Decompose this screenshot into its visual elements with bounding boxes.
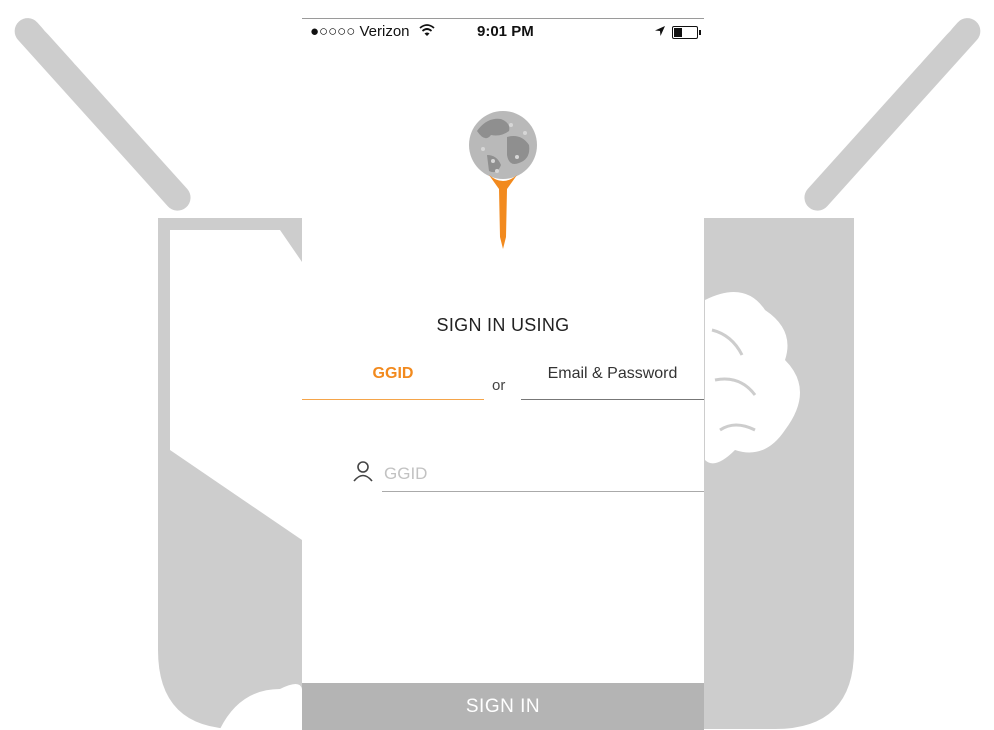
- ggid-input[interactable]: [382, 457, 704, 492]
- location-arrow-icon: [654, 24, 666, 41]
- sign-in-heading: SIGN IN USING: [436, 315, 570, 335]
- user-icon: [353, 461, 373, 482]
- clock-label: 9:01 PM: [477, 23, 534, 40]
- golf-globe-tee-logo: [469, 111, 537, 249]
- status-bar: ●○○○○ Verizon 9:01 PM: [302, 19, 704, 43]
- tab-email-password[interactable]: Email & Password: [521, 365, 704, 400]
- carrier-label: ●○○○○ Verizon: [310, 23, 410, 40]
- phone-screen: ●○○○○ Verizon 9:01 PM SIGN IN USING GGID: [302, 18, 704, 730]
- tab-ggid[interactable]: GGID: [302, 365, 484, 400]
- status-right-group: [654, 24, 701, 41]
- battery-icon: [672, 26, 701, 39]
- wifi-icon: [419, 23, 435, 41]
- sign-in-button[interactable]: SIGN IN: [302, 683, 704, 730]
- or-separator: or: [492, 377, 506, 394]
